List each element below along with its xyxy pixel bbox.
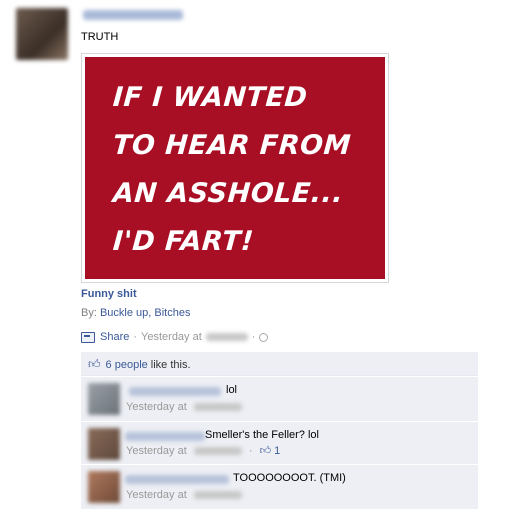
comment-time-redacted [193,491,242,500]
thumbs-up-icon: 👍︎ [88,357,101,371]
commenter-name[interactable] [125,475,229,484]
commenter-avatar[interactable] [88,428,120,460]
commenter-name[interactable] [129,387,221,396]
commenter-avatar[interactable] [88,471,120,503]
post-time[interactable]: Yesterday at [141,331,202,343]
separator: · [248,445,253,457]
comment-time-redacted [193,447,242,456]
comment-like-count[interactable]: 👍︎ 1 [260,445,281,457]
share-icon [81,331,95,343]
poster-name[interactable] [83,10,183,20]
thumbs-up-icon: 👍︎ [259,445,272,457]
by-author-link[interactable]: Buckle up, Bitches [100,307,191,319]
by-label: By: [81,307,97,319]
comment-text: TOOOOOOOOT. (TMI) [233,472,346,484]
shared-photo[interactable]: IF I WANTED TO HEAR FROM AN ASSHOLE... I… [81,53,389,283]
share-link[interactable]: Share [100,331,129,343]
comment-time[interactable]: Yesterday at [126,489,246,501]
post-text: TRUTH [81,31,119,43]
comment: Smeller's the Feller? lol Yesterday at ·… [81,421,478,464]
album-link[interactable]: Funny shit [81,288,137,300]
image-text-line-4: I'D FART! [111,226,255,257]
post-time-redacted [205,333,248,341]
separator: · [251,331,256,343]
comment-time[interactable]: Yesterday at [126,401,246,413]
comment-text: Smeller's the Feller? lol [205,429,319,441]
image-text-line-3: AN ASSHOLE... [111,178,345,209]
poster-avatar[interactable] [16,8,68,60]
comment-text: lol [226,384,238,396]
comment-time[interactable]: Yesterday at · 👍︎ 1 [126,444,280,457]
comment: TOOOOOOOOT. (TMI) Yesterday at [81,464,478,509]
image-text-line-1: IF I WANTED [111,82,309,113]
commenter-avatar[interactable] [88,383,120,415]
comment-time-text: Yesterday at [126,489,187,501]
likers-link[interactable]: 6 people [106,359,148,371]
post-actions: Share · Yesterday at · [81,331,269,343]
comment-time-redacted [193,403,242,412]
comment-time-text: Yesterday at [126,401,187,413]
likes-bar: 👍︎ 6 people like this. [81,352,478,376]
likes-suffix: like this. [150,358,191,371]
globe-icon[interactable] [259,332,269,342]
separator: · [133,331,138,343]
by-line: By: Buckle up, Bitches [81,307,190,319]
commenter-name[interactable] [125,432,205,441]
image-text-line-2: TO HEAR FROM [111,130,353,161]
comment-like-number: 1 [274,445,281,457]
photo-image: IF I WANTED TO HEAR FROM AN ASSHOLE... I… [85,57,385,279]
comment-time-text: Yesterday at [126,445,187,457]
comment: lol Yesterday at [81,376,478,421]
